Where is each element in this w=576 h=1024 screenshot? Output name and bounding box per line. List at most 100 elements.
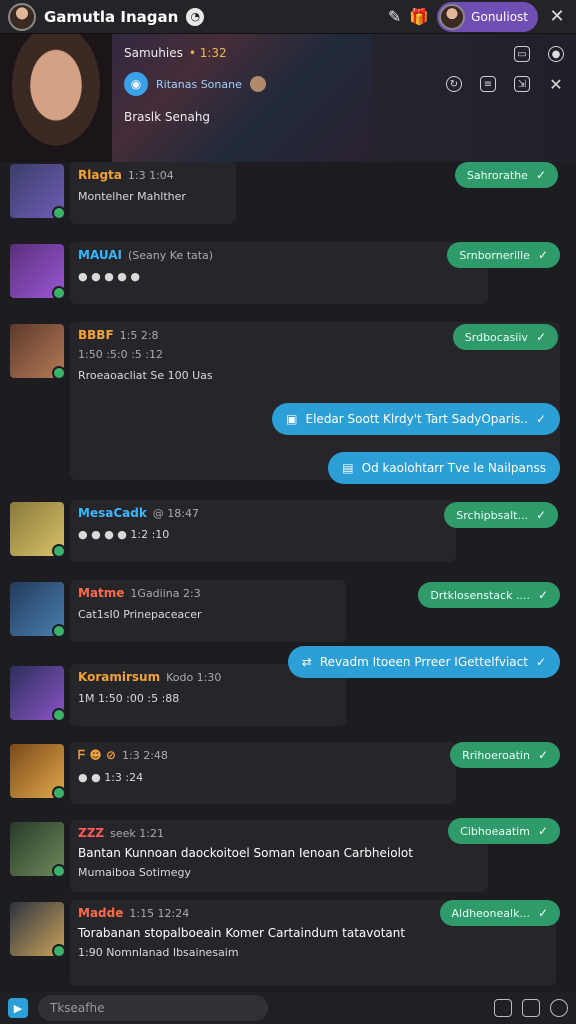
timestamp: 1:15 12:24 bbox=[129, 907, 190, 920]
avatar[interactable] bbox=[10, 744, 64, 798]
timestamp: 1Gadiina 2:3 bbox=[130, 587, 201, 600]
avatar[interactable] bbox=[10, 324, 64, 378]
check-icon: ✓ bbox=[535, 412, 546, 426]
top-bar: Gamutla Inagan ◔ ✎ 🎁 Gonuliost ✕ bbox=[0, 0, 576, 34]
avatar[interactable] bbox=[10, 582, 64, 636]
attachment-icon[interactable] bbox=[494, 999, 512, 1017]
timestamp: 1:3 2:48 bbox=[122, 749, 168, 762]
avatar bbox=[439, 3, 466, 30]
hero-title-text: Samuhies bbox=[124, 46, 183, 60]
status-pill[interactable]: Sahrorathe ✓ bbox=[454, 162, 558, 188]
sender-name-text: Koramirsum bbox=[78, 670, 161, 684]
timestamp: @ 18:47 bbox=[152, 507, 199, 520]
sender-name: MesaCadk @ 18:47 bbox=[78, 506, 448, 520]
copy-icon[interactable]: ▭ bbox=[514, 46, 530, 62]
message-icon: ▤ bbox=[342, 461, 354, 475]
message-bubble[interactable]: Matme 1Gadiina 2:3 Cat1sI0 Prinepaceacer bbox=[70, 580, 346, 642]
message-bubble[interactable]: Rlagta 1:3 1:04 Montelher Mahlther bbox=[70, 162, 236, 224]
status-text: Srchipbsalt... bbox=[456, 508, 528, 522]
refresh-icon[interactable]: ↻ bbox=[446, 76, 462, 92]
message-icon: ▣ bbox=[286, 412, 298, 426]
message-text: ● ● ● ● 1:2 :10 bbox=[78, 528, 170, 541]
message-text: Bantan Kunnoan daockoitoel Soman Ienoan … bbox=[78, 846, 413, 860]
status-text: Srnbornerille bbox=[459, 248, 530, 262]
profile-name: Gonuliost bbox=[471, 9, 528, 24]
message-bubble[interactable]: ZZZ seek 1:21 Bantan Kunnoan daockoitoel S… bbox=[70, 820, 488, 892]
app-icon[interactable]: ▶ bbox=[8, 998, 28, 1018]
message-input[interactable] bbox=[38, 995, 268, 1021]
profile-pill[interactable]: Gonuliost bbox=[437, 1, 538, 32]
timestamp: (Seany Ke tata) bbox=[128, 249, 214, 262]
message-icon: ⇄ bbox=[301, 655, 312, 669]
avatar[interactable] bbox=[10, 244, 64, 298]
outgoing-message[interactable]: ⇄ Revadm Itoeen Prreer IGettelfviact ✓ bbox=[287, 646, 560, 678]
status-pill[interactable]: Srchipbsalt... ✓ bbox=[444, 502, 558, 528]
online-badge bbox=[52, 708, 64, 720]
avatar bbox=[249, 76, 266, 92]
app-window: Gamutla Inagan ◔ ✎ 🎁 Gonuliost ✕ Samuhie… bbox=[0, 0, 576, 1024]
close-icon[interactable]: ✕ bbox=[546, 6, 568, 27]
avatar[interactable] bbox=[10, 902, 64, 956]
timestamp: 1:5 2:8 bbox=[119, 329, 159, 342]
message-text: Revadm Itoeen Prreer IGettelfviact bbox=[319, 655, 528, 669]
sender-name-text: Madde bbox=[78, 906, 124, 920]
sender-name-text: BBBF bbox=[78, 328, 114, 342]
online-badge bbox=[52, 624, 64, 636]
settings-icon[interactable]: ● bbox=[548, 46, 564, 62]
status-pill[interactable]: Rrihoeroatin ✓ bbox=[450, 742, 560, 768]
check-icon: ✓ bbox=[537, 748, 548, 762]
status-text: Sahrorathe bbox=[466, 168, 528, 182]
avatar[interactable] bbox=[10, 164, 64, 218]
close-icon[interactable]: ✕ bbox=[548, 75, 564, 94]
gift-icon[interactable]: 🎁 bbox=[409, 7, 429, 26]
avatar[interactable] bbox=[10, 822, 64, 876]
message-bubble[interactable]: MAUAI (Seany Ke tata) ● ● ● ● ● bbox=[70, 242, 488, 304]
sender-name: MAUAI (Seany Ke tata) bbox=[78, 248, 480, 262]
avatar[interactable] bbox=[10, 502, 64, 556]
status-pill[interactable]: Aldheonealk... ✓ bbox=[439, 900, 560, 926]
online-badge bbox=[52, 286, 64, 298]
status-pill[interactable]: Cibhoeaatim ✓ bbox=[448, 818, 560, 844]
status-pill[interactable]: Srnbornerille ✓ bbox=[447, 242, 560, 268]
camera-icon[interactable] bbox=[522, 999, 540, 1017]
outgoing-message[interactable]: ▣ Eledar Soott Klrdy't Tart SadyOparis..… bbox=[272, 403, 560, 435]
window-title: Gamutla Inagan bbox=[44, 7, 179, 26]
status-pill[interactable]: Srdbocasiiv ✓ bbox=[452, 324, 558, 350]
message-text: Montelher Mahlther bbox=[78, 190, 186, 203]
hero-title: Samuhies • 1:32 bbox=[124, 46, 227, 60]
sender-name: ᖴ ☻ ⊘ 1:3 2:48 bbox=[78, 748, 448, 763]
sender-name-text: ZZZ bbox=[78, 826, 105, 840]
message-text-secondary: 1:90 Nomnlanad Ibsainesaim bbox=[78, 946, 239, 959]
emoji-icon[interactable] bbox=[550, 999, 568, 1017]
sender-name-text: Matme bbox=[78, 586, 125, 600]
online-badge bbox=[52, 544, 64, 556]
status-text: Aldheonealk... bbox=[451, 906, 530, 920]
document-icon[interactable]: ≡ bbox=[480, 76, 496, 92]
avatar[interactable] bbox=[10, 666, 64, 720]
online-badge bbox=[52, 786, 64, 798]
check-icon: ✓ bbox=[537, 824, 548, 838]
sender-name-text: MAUAI bbox=[78, 248, 122, 262]
check-icon: ✓ bbox=[537, 248, 548, 262]
message-text-secondary: Mumaiboa Sotimegy bbox=[78, 866, 191, 879]
hero-meta: • 1:32 bbox=[188, 46, 227, 60]
sender-name-text: MesaCadk bbox=[78, 506, 147, 520]
globe-icon: ◉ bbox=[124, 72, 148, 96]
pencil-icon[interactable]: ✎ bbox=[388, 7, 401, 26]
message-bubble[interactable]: ᖴ ☻ ⊘ 1:3 2:48 ● ● 1:3 :24 bbox=[70, 742, 456, 804]
message-text: 1M 1:50 :00 :5 :88 bbox=[78, 692, 180, 705]
hero-sub: ◉ Ritanas Sonane bbox=[124, 72, 266, 96]
outgoing-message[interactable]: ▤ Od kaolohtarr Tve le Nailpanss bbox=[328, 452, 560, 484]
message-bubble[interactable]: MesaCadk @ 18:47 ● ● ● ● 1:2 :10 bbox=[70, 500, 456, 562]
check-icon: ✓ bbox=[535, 330, 546, 344]
info-icon[interactable]: ◔ bbox=[186, 7, 205, 26]
message-text: Torabanan stopalboeain Komer Cartaindum … bbox=[78, 926, 406, 940]
timestamp: Kodo 1:30 bbox=[166, 671, 222, 684]
hero-caption: Braslk Senahg bbox=[124, 110, 211, 124]
share-icon[interactable]: ⇲ bbox=[514, 76, 530, 92]
message-text: Od kaolohtarr Tve le Nailpanss bbox=[361, 461, 546, 475]
avatar[interactable] bbox=[8, 2, 36, 31]
sender-name: Rlagta 1:3 1:04 bbox=[78, 168, 228, 182]
message-text: Eledar Soott Klrdy't Tart SadyOparis.. bbox=[305, 412, 528, 426]
status-pill[interactable]: Drtklosenstack .... ✓ bbox=[418, 582, 560, 608]
